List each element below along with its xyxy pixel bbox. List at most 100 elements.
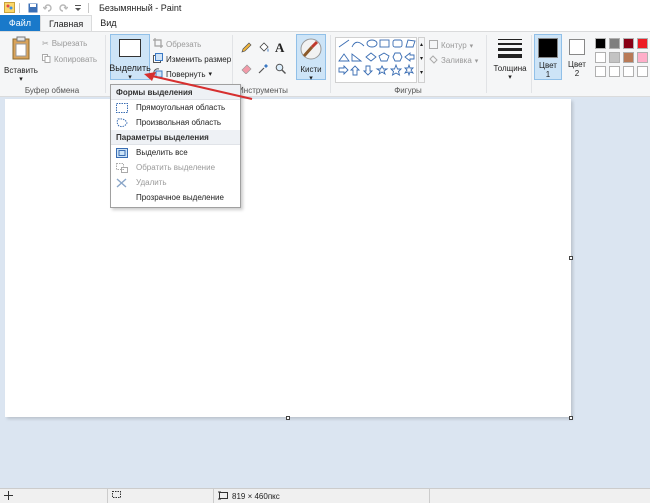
color2-number: 2 — [574, 69, 580, 78]
polygon-shape-icon — [405, 39, 416, 48]
tab-file[interactable]: Файл — [0, 15, 40, 31]
palette-swatch[interactable] — [637, 38, 648, 49]
palette-swatch[interactable] — [637, 52, 648, 63]
group-separator — [486, 35, 487, 93]
palette-swatch[interactable] — [623, 52, 634, 63]
resize-handle-bottom[interactable] — [286, 416, 290, 420]
menu-item-label: Обратить выделение — [136, 163, 216, 172]
size-label: Толщина — [493, 64, 527, 73]
status-bar: 819 × 460пкс — [0, 488, 650, 503]
palette-swatch[interactable] — [595, 52, 606, 63]
right-triangle-shape-icon — [351, 53, 363, 62]
scissors-icon: ✂ — [42, 39, 49, 48]
rotate-label: Повернуть — [166, 69, 206, 79]
palette-swatch[interactable] — [595, 38, 606, 49]
palette-swatch[interactable] — [609, 52, 620, 63]
drawing-canvas[interactable] — [5, 99, 571, 417]
resize-handle-right[interactable] — [569, 256, 573, 260]
rounded-rect-shape-icon — [392, 39, 403, 48]
undo-icon[interactable] — [42, 2, 54, 14]
resize-label: Изменить размер — [166, 54, 232, 64]
pencil-icon[interactable] — [241, 42, 252, 55]
crop-label: Обрезать — [166, 39, 202, 49]
color1-button[interactable]: Цвет 1 — [534, 34, 562, 80]
color-picker-icon[interactable] — [258, 63, 269, 76]
arrow-up-shape-icon — [349, 65, 361, 76]
resize-handle-corner[interactable] — [569, 416, 573, 420]
qat-separator — [19, 2, 20, 13]
brushes-button[interactable]: Кисти ▾ — [296, 34, 326, 82]
menu-item-rectangular-selection[interactable]: Прямоугольная область — [111, 100, 240, 115]
chevron-down-icon: ▾ — [19, 76, 23, 83]
paste-button[interactable]: Вставить ▾ — [4, 36, 38, 83]
shapes-gallery-scroll[interactable]: ▴ ▾ ▾ — [418, 37, 425, 83]
menu-item-select-all[interactable]: Выделить все — [111, 145, 240, 160]
menu-item-label: Произвольная область — [136, 118, 222, 127]
paint-app-icon — [3, 2, 15, 14]
cursor-position-icon — [4, 490, 13, 502]
crop-button[interactable]: Обрезать — [153, 38, 201, 50]
rotate-button[interactable]: Повернуть ▾ — [153, 68, 212, 80]
color2-label: Цвет — [568, 60, 586, 69]
resize-button[interactable]: Изменить размер — [153, 53, 231, 65]
fill-label: Заливка — [441, 56, 472, 65]
selection-shapes-header: Формы выделения — [111, 85, 240, 100]
customize-qat-icon[interactable] — [72, 2, 84, 14]
redo-icon[interactable] — [57, 2, 69, 14]
selection-options-header: Параметры выделения — [111, 130, 240, 145]
select-all-icon — [115, 147, 128, 158]
clipboard-group-label: Буфер обмена — [24, 86, 80, 95]
window-title: Безымянный - Paint — [99, 2, 182, 13]
magnifier-icon[interactable] — [275, 63, 286, 76]
crop-icon — [153, 38, 163, 50]
color2-swatch — [569, 39, 585, 55]
chevron-down-icon: ▾ — [469, 42, 474, 50]
ribbon-tabs: Файл Главная Вид — [0, 15, 650, 31]
copy-icon — [42, 54, 51, 65]
color1-swatch — [538, 38, 558, 58]
shapes-gallery[interactable] — [335, 37, 417, 83]
tab-view[interactable]: Вид — [92, 15, 124, 31]
resize-icon — [153, 53, 163, 65]
status-cursor-pos — [0, 488, 108, 503]
pentagon-shape-icon — [378, 52, 390, 62]
cut-label: Вырезать — [51, 39, 88, 48]
palette-swatch[interactable] — [623, 66, 634, 77]
selection-size-icon — [112, 490, 122, 502]
color1-number: 1 — [545, 70, 551, 79]
image-size-value: 819 × 460пкс — [232, 491, 280, 501]
color2-button[interactable]: Цвет 2 — [565, 39, 589, 78]
palette-swatch[interactable] — [595, 66, 606, 77]
menu-item-delete[interactable]: Удалить — [111, 175, 240, 190]
line-width-icon — [498, 38, 522, 60]
size-button[interactable]: Толщина ▾ — [490, 38, 530, 81]
star-shape-icon — [375, 64, 389, 76]
cut-button[interactable]: ✂ Вырезать — [42, 39, 87, 48]
palette-swatch[interactable] — [609, 66, 620, 77]
outline-button[interactable]: Контур ▾ — [429, 40, 473, 51]
hexagon-shape-icon — [392, 52, 403, 62]
copy-label: Копировать — [54, 55, 98, 64]
fill-button[interactable]: Заливка ▾ — [429, 55, 478, 66]
menu-item-invert-selection[interactable]: Обратить выделение — [111, 160, 240, 175]
fill-bucket-icon[interactable] — [258, 42, 269, 55]
chevron-down-icon: ▾ — [128, 74, 132, 81]
menu-item-label: Прозрачное выделение — [136, 193, 224, 202]
select-button[interactable]: Выделить ▾ — [109, 34, 151, 81]
triangle-shape-icon — [338, 53, 350, 62]
tab-home[interactable]: Главная — [40, 15, 93, 31]
palette-swatch[interactable] — [637, 66, 648, 77]
outline-icon — [429, 40, 438, 51]
star6-shape-icon — [403, 63, 415, 77]
menu-item-transparent-selection[interactable]: Прозрачное выделение — [111, 190, 240, 205]
menu-item-free-form-selection[interactable]: Произвольная область — [111, 115, 240, 130]
copy-button[interactable]: Копировать — [42, 54, 97, 65]
line-shape-icon — [338, 39, 350, 48]
eraser-icon[interactable] — [241, 63, 252, 76]
qat-separator — [88, 2, 89, 13]
text-tool-icon[interactable]: A — [275, 40, 284, 56]
paste-label: Вставить — [4, 66, 38, 75]
palette-swatch[interactable] — [609, 38, 620, 49]
palette-swatch[interactable] — [623, 38, 634, 49]
save-icon[interactable] — [27, 2, 39, 14]
